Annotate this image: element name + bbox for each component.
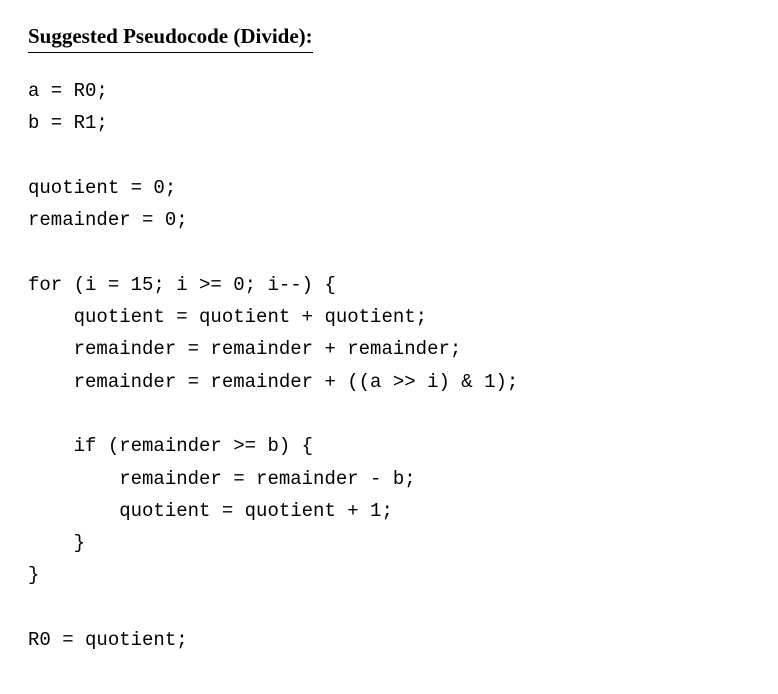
pseudocode-block: a = R0; b = R1; quotient = 0; remainder … bbox=[28, 75, 750, 656]
code-line: remainder = remainder + remainder; bbox=[28, 338, 461, 360]
code-line: } bbox=[28, 532, 85, 554]
code-line: if (remainder >= b) { bbox=[28, 435, 313, 457]
code-line: for (i = 15; i >= 0; i--) { bbox=[28, 274, 336, 296]
code-line: a = R0; bbox=[28, 80, 108, 102]
code-line: remainder = remainder + ((a >> i) & 1); bbox=[28, 371, 518, 393]
code-line: quotient = quotient + quotient; bbox=[28, 306, 427, 328]
code-line: quotient = 0; bbox=[28, 177, 176, 199]
code-line: } bbox=[28, 564, 39, 586]
code-line: remainder = remainder - b; bbox=[28, 468, 416, 490]
section-heading: Suggested Pseudocode (Divide): bbox=[28, 24, 313, 53]
code-line: b = R1; bbox=[28, 112, 108, 134]
code-line: quotient = quotient + 1; bbox=[28, 500, 393, 522]
code-line: remainder = 0; bbox=[28, 209, 188, 231]
code-line: R0 = quotient; bbox=[28, 629, 188, 651]
